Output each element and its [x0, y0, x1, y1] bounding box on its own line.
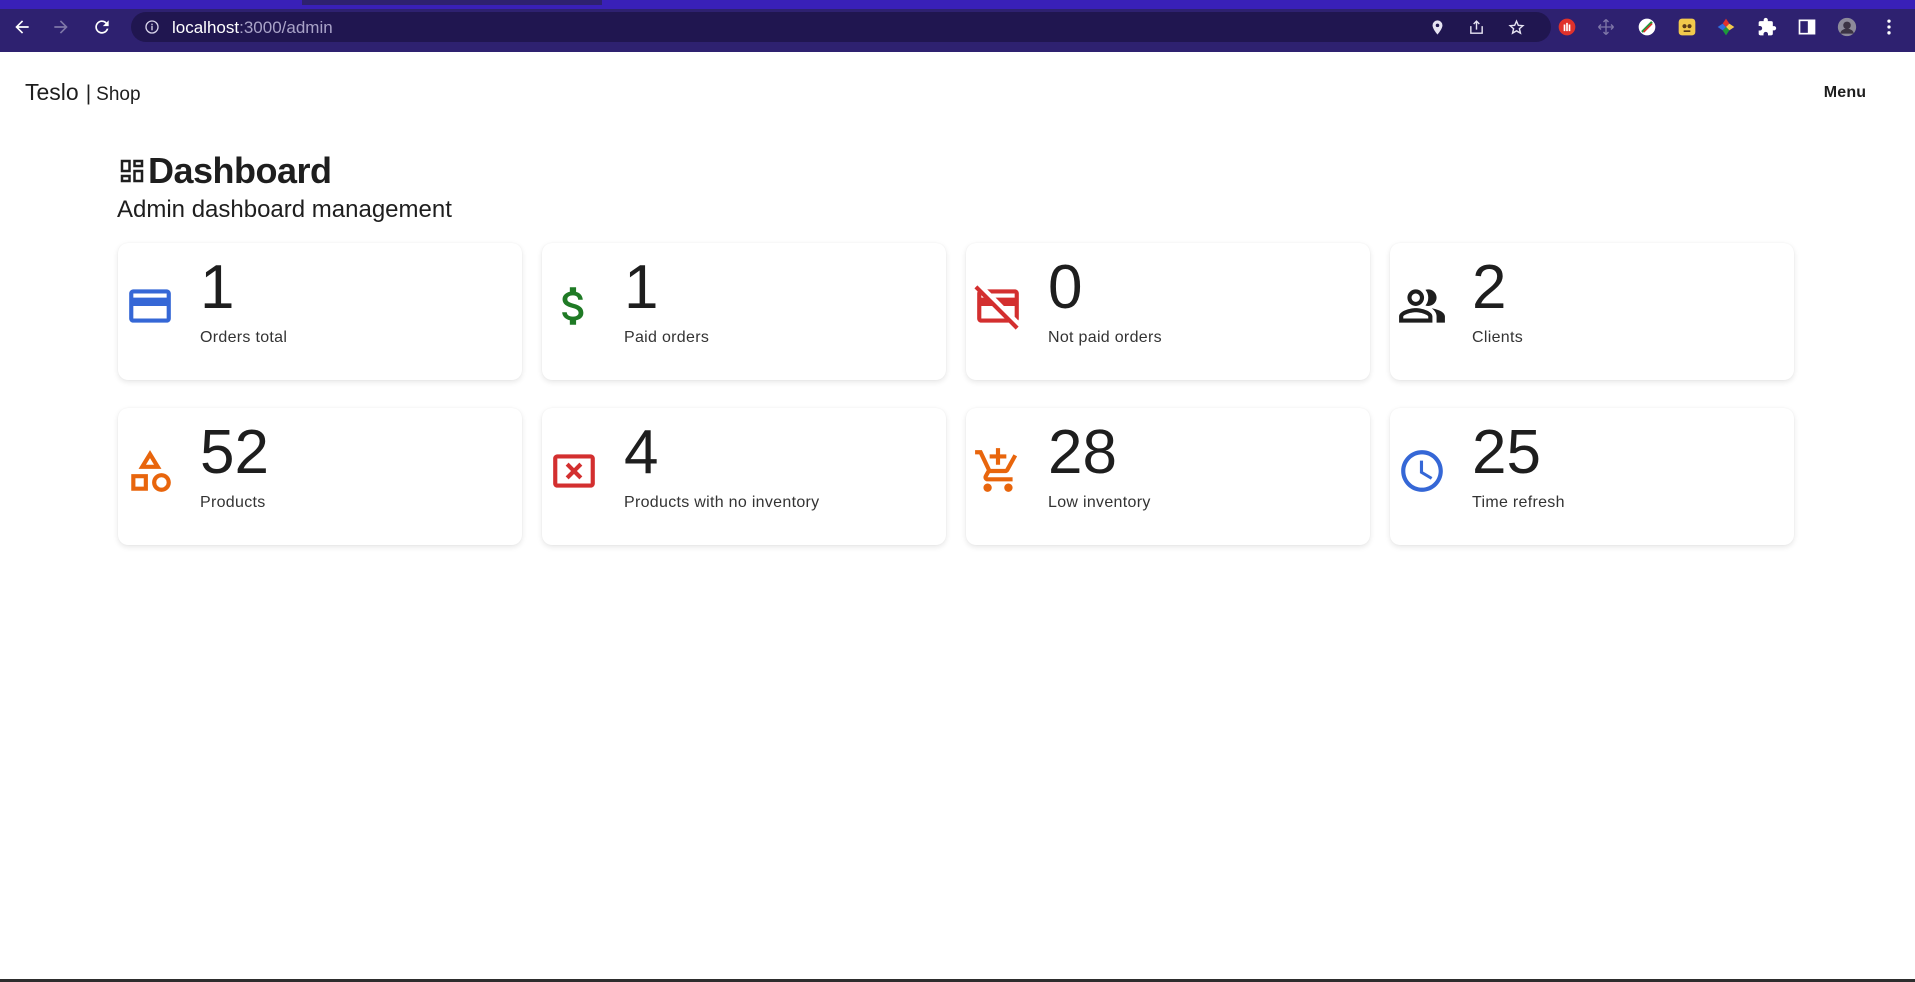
url-path: :3000/admin	[239, 18, 333, 37]
reload-icon[interactable]	[89, 14, 115, 40]
site-info-icon[interactable]	[144, 19, 160, 35]
brand-link[interactable]: Teslo | Shop	[25, 79, 141, 106]
forward-icon[interactable]	[48, 14, 74, 40]
summary-card-not-paid-orders: 0 Not paid orders	[966, 243, 1370, 380]
url-host: localhost	[172, 18, 240, 37]
cart-download-icon	[975, 448, 1018, 492]
palette-extension-icon[interactable]	[1715, 16, 1737, 38]
adblock-extension-icon[interactable]	[1556, 16, 1578, 38]
side-panel-icon[interactable]	[1796, 16, 1818, 38]
clock-icon	[1401, 450, 1443, 492]
summary-card-low-inventory: 28 Low inventory	[966, 408, 1370, 545]
tampermonkey-extension-icon[interactable]	[1676, 16, 1698, 38]
location-icon[interactable]	[1429, 19, 1446, 36]
page-subtitle: Admin dashboard management	[117, 196, 452, 223]
summary-card-time-refresh: 25 Time refresh	[1390, 408, 1794, 545]
card-label: Paid orders	[624, 329, 710, 346]
color-picker-extension-icon[interactable]	[1636, 16, 1658, 38]
dollar-icon	[562, 287, 584, 325]
profile-avatar-icon[interactable]	[1836, 16, 1858, 38]
card-value: 28	[1048, 418, 1117, 487]
group-icon	[1399, 289, 1445, 323]
card-label: Products with no inventory	[624, 494, 820, 511]
active-tab[interactable]	[302, 0, 602, 5]
card-value: 1	[200, 253, 235, 322]
card-value: 2	[1472, 253, 1507, 322]
card-value: 4	[624, 418, 659, 487]
card-label: Orders total	[200, 329, 288, 346]
menu-button[interactable]: Menu	[1810, 75, 1880, 111]
page-title: Dashboard	[117, 150, 332, 192]
share-icon[interactable]	[1468, 19, 1485, 36]
bookmark-star-icon[interactable]	[1508, 19, 1525, 36]
card-label: Time refresh	[1472, 494, 1565, 511]
url-text[interactable]: localhost:3000/admin	[172, 18, 333, 38]
summary-card-clients: 2 Clients	[1390, 243, 1794, 380]
brand-subtitle: Shop	[96, 84, 141, 105]
card-label: Not paid orders	[1048, 329, 1162, 346]
summary-card-paid-orders: 1 Paid orders	[542, 243, 946, 380]
card-value: 0	[1048, 253, 1083, 322]
category-icon	[131, 450, 171, 492]
page-title-text: Dashboard	[148, 150, 332, 191]
browser-toolbar: localhost:3000/admin	[0, 0, 1915, 52]
tab-strip	[0, 0, 1915, 9]
card-label: Clients	[1472, 329, 1524, 346]
brand-separator: |	[85, 82, 92, 105]
card-label: Low inventory	[1048, 494, 1151, 511]
card-label: Products	[200, 494, 266, 511]
summary-card-products: 52 Products	[118, 408, 522, 545]
app-navbar: Teslo | Shop Menu	[0, 52, 1915, 130]
summary-card-no-inventory: 4 Products with no inventory	[542, 408, 946, 545]
card-value: 52	[200, 418, 269, 487]
credit-card-off-icon	[974, 285, 1019, 330]
dashboard-icon	[120, 159, 144, 183]
summary-card-orders-total: 1 Orders total	[118, 243, 522, 380]
brand-name: Teslo	[25, 79, 79, 105]
cancel-box-icon	[553, 454, 595, 488]
address-bar[interactable]: localhost:3000/admin	[131, 12, 1551, 42]
extensions-puzzle-icon[interactable]	[1756, 16, 1778, 38]
move-extension-icon[interactable]	[1595, 16, 1617, 38]
credit-card-icon	[129, 289, 171, 323]
browser-menu-icon[interactable]	[1878, 16, 1900, 38]
back-icon[interactable]	[9, 14, 35, 40]
card-value: 25	[1472, 418, 1541, 487]
card-value: 1	[624, 253, 659, 322]
